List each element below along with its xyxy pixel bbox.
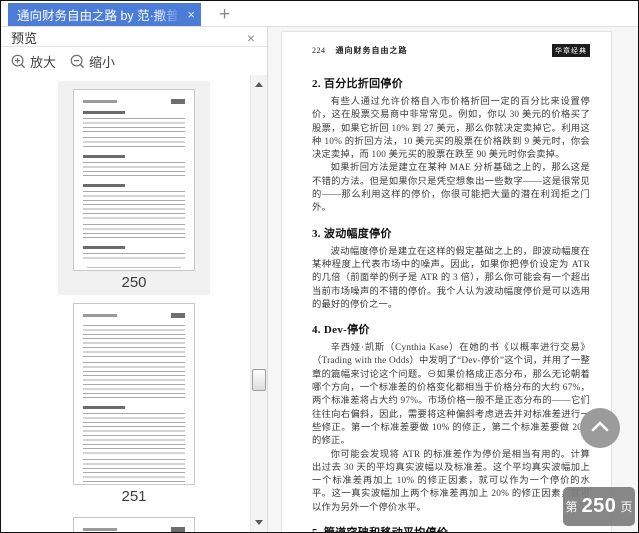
zoom-in-button[interactable]: 放大 [11, 52, 56, 71]
sidebar-scrollbar[interactable] [250, 75, 267, 532]
section-heading: 4. Dev-停价 [312, 324, 370, 337]
page-indicator-suffix: 页 [620, 500, 633, 514]
paragraph: 如果折回方法是建立在某种 MAE 分析基础之上的，那么这是不错的方法。但是如果你… [312, 163, 590, 214]
sidebar-header: 预览 × [1, 27, 267, 47]
page-running-header: 224 通向财务自由之路 华章经典 [312, 44, 590, 57]
pdf-viewer-window: 通向财务自由之路 by 范·撒普.p × + 预览 × 放大 缩小 250 25… [0, 0, 639, 533]
zoom-out-button[interactable]: 缩小 [70, 52, 115, 71]
section-heading: 2. 百分比折回停价 [312, 78, 403, 90]
zoom-in-label: 放大 [30, 54, 57, 70]
thumbnail-page-number: 251 [121, 488, 147, 505]
thumbnail-page-number: 250 [121, 274, 147, 291]
chevron-up-icon [591, 419, 609, 437]
print-page-number: 224 [312, 46, 326, 55]
thumbnail-preview [73, 89, 195, 271]
sidebar-close-icon[interactable]: × [245, 31, 257, 45]
scrollbar-thumb[interactable] [252, 369, 266, 391]
thumbnail-preview [73, 517, 195, 532]
tab-close-icon[interactable]: × [187, 8, 195, 21]
book-title: 通向财务自由之路 [335, 46, 408, 55]
series-badge: 华章经典 [552, 44, 590, 57]
section-heading: 3. 波动幅度停价 [312, 227, 392, 240]
thumbnail-page-252[interactable] [58, 509, 210, 532]
scrollbar-down-arrow[interactable] [251, 515, 267, 530]
new-tab-button[interactable]: + [213, 3, 236, 26]
paragraph: 波动幅度停价是建立在这样的假定基础之上的，即波动幅度在某种程度上代表市场中的噪声… [312, 246, 590, 310]
page-indicator-number: 250 [581, 495, 617, 517]
zoom-out-label: 缩小 [89, 54, 116, 70]
thumbnail-page-251[interactable]: 251 [58, 295, 210, 509]
pdf-page: 224 通向财务自由之路 华章经典 2. 百分比折回停价 有些人通过允许价格自入… [281, 31, 612, 532]
document-tab[interactable]: 通向财务自由之路 by 范·撒普.p × [8, 3, 201, 26]
scroll-to-top-button[interactable] [580, 408, 620, 448]
tab-bar: 通向财务自由之路 by 范·撒普.p × + [1, 1, 638, 27]
zoom-in-icon [11, 54, 26, 69]
section-heading: 5. 管道突破和移动平均停价 [312, 524, 590, 532]
thumbnail-list: 250 251 [1, 75, 267, 532]
paragraph: 辛西娅·凯斯（Cynthia Kase）在她的书《以概率进行交易》（Tradin… [312, 343, 590, 447]
zoom-out-icon [70, 54, 85, 69]
preview-sidebar: 预览 × 放大 缩小 250 251 [1, 27, 268, 532]
tab-title: 通向财务自由之路 by 范·撒普.p [17, 9, 186, 23]
page-indicator-prefix: 第 [565, 500, 578, 514]
content-area: 预览 × 放大 缩小 250 251 224 通向财务自由之路 华章经典 2. … [1, 27, 638, 532]
thumbnail-preview [73, 303, 195, 485]
paragraph: 你可能会发现将 ATR 的标准差作为停价是相当有用的。计算出过去 30 天的平均… [312, 449, 590, 513]
scrollbar-up-arrow[interactable] [251, 77, 267, 92]
zoom-controls: 放大 缩小 [1, 47, 267, 75]
thumbnail-page-250[interactable]: 250 [58, 81, 210, 295]
page-indicator-badge: 第 250 页 [563, 487, 635, 526]
paragraph: 有些人通过允许价格自入市价格折回一定的百分比来设置停价，这在股票交易商中非常常见… [312, 97, 590, 161]
document-view: 224 通向财务自由之路 华章经典 2. 百分比折回停价 有些人通过允许价格自入… [268, 27, 638, 532]
sidebar-title: 预览 [11, 31, 38, 46]
